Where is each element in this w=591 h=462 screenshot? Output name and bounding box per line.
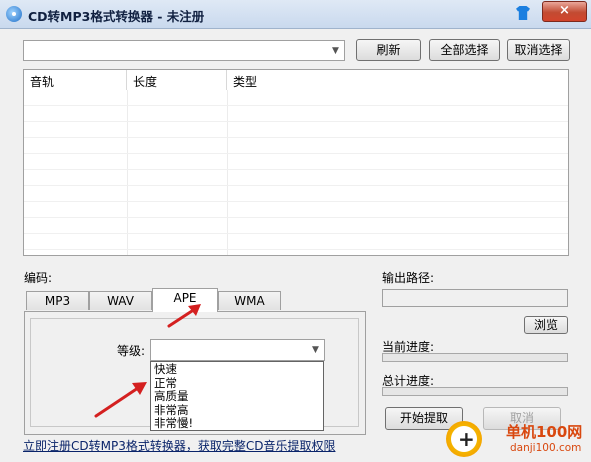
column-header-type[interactable]: 类型	[227, 70, 568, 90]
title-bar: CD转MP3格式转换器 - 未注册 ×	[0, 0, 591, 29]
plus-icon: +	[458, 427, 475, 451]
list-row	[24, 138, 568, 154]
tab-mp3[interactable]: MP3	[26, 291, 89, 310]
list-row	[24, 218, 568, 234]
chevron-down-icon[interactable]: ▼	[307, 340, 324, 360]
skin-shirt-icon[interactable]	[516, 6, 530, 20]
drive-select[interactable]: ▼	[23, 40, 345, 61]
refresh-button[interactable]: 刷新	[356, 39, 421, 61]
list-row	[24, 234, 568, 250]
tab-wma[interactable]: WMA	[218, 291, 281, 310]
total-progress-bar	[382, 387, 568, 396]
track-list[interactable]: 音轨 长度 类型	[23, 69, 569, 256]
track-list-body	[24, 90, 568, 255]
list-row	[24, 122, 568, 138]
list-row	[24, 154, 568, 170]
level-option[interactable]: 正常	[151, 376, 323, 391]
tab-wav[interactable]: WAV	[89, 291, 152, 310]
output-path-field[interactable]	[382, 289, 568, 307]
annotation-arrow-icon	[167, 304, 201, 328]
level-option[interactable]: 高质量	[151, 389, 323, 404]
encoding-label: 编码:	[24, 271, 53, 285]
list-row	[24, 170, 568, 186]
level-option[interactable]: 快速	[151, 362, 323, 377]
window-title: CD转MP3格式转换器 - 未注册	[28, 9, 205, 24]
watermark-logo: + 单机100网 danji100.com	[444, 419, 591, 462]
level-dropdown-list[interactable]: 快速 正常 高质量 非常高 非常慢!	[150, 361, 324, 431]
watermark-subtext: danji100.com	[510, 442, 582, 454]
list-row	[24, 186, 568, 202]
watermark-text: 单机100网	[506, 423, 583, 441]
chevron-down-icon[interactable]: ▼	[327, 41, 344, 60]
list-row	[24, 90, 568, 106]
track-list-header: 音轨 长度 类型	[24, 70, 568, 90]
column-header-track[interactable]: 音轨	[24, 70, 127, 90]
browse-button[interactable]: 浏览	[524, 316, 568, 334]
level-select[interactable]: ▼	[150, 339, 325, 361]
select-all-button[interactable]: 全部选择	[429, 39, 500, 61]
annotation-arrow-icon	[94, 382, 147, 418]
list-row	[24, 106, 568, 122]
level-label: 等级:	[117, 344, 146, 358]
deselect-button[interactable]: 取消选择	[507, 39, 570, 61]
register-link[interactable]: 立即注册CD转MP3格式转换器，获取完整CD音乐提取权限	[23, 437, 335, 454]
cd-app-icon	[6, 6, 22, 22]
column-header-length[interactable]: 长度	[127, 70, 227, 90]
output-path-label: 输出路径:	[382, 271, 435, 285]
level-option[interactable]: 非常高	[151, 403, 323, 418]
level-option[interactable]: 非常慢!	[151, 416, 323, 431]
list-row	[24, 202, 568, 218]
close-button[interactable]: ×	[542, 1, 587, 22]
current-progress-bar	[382, 353, 568, 362]
